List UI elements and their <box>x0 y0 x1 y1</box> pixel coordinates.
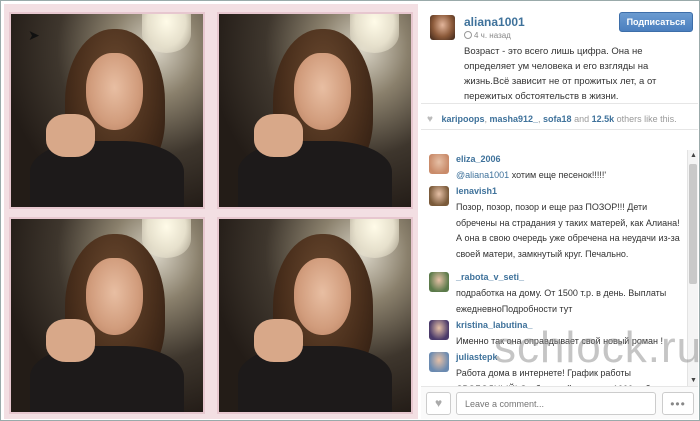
window-frame: ➤ aliana1001 Подписаться 4 ч. назад Возр… <box>0 0 700 421</box>
likes-line: ♥ karipoops, masha912_, sofa18 and 12.5k… <box>421 108 698 130</box>
more-options-button[interactable]: ••• <box>662 392 694 415</box>
comment-username[interactable]: eliza_2006 <box>456 154 501 164</box>
likes-count[interactable]: 12.5k <box>592 114 615 124</box>
face-shape <box>85 52 144 130</box>
comment-username[interactable]: _rabota_v_seti_ <box>456 272 524 282</box>
photo-tile-top-right <box>217 12 413 209</box>
post-time: 4 ч. назад <box>464 31 511 40</box>
comment-body: Именно так она оправдывает свой новый ро… <box>456 336 663 346</box>
mouse-cursor-icon: ➤ <box>28 27 40 43</box>
comment-body: хотим еще песенок!!!!!' <box>509 170 607 180</box>
post-caption: Возраст - это всего лишь цифра. Она не о… <box>464 46 657 102</box>
like-user-2[interactable]: masha912_ <box>489 114 538 124</box>
post-header: aliana1001 Подписаться 4 ч. назад Возрас… <box>421 4 698 104</box>
post-time-text: 4 ч. назад <box>474 31 511 40</box>
face-shape <box>85 257 144 335</box>
face-shape <box>293 52 352 130</box>
like-button[interactable]: ♥ <box>426 392 451 415</box>
hand-shape <box>253 319 304 362</box>
comment-input[interactable] <box>456 392 656 415</box>
scroll-up-icon[interactable]: ▲ <box>690 152 697 159</box>
hand-shape <box>45 319 96 362</box>
post-panel: aliana1001 Подписаться 4 ч. назад Возрас… <box>421 4 698 419</box>
comment-username[interactable]: juliastepk <box>456 352 498 362</box>
comment-mention[interactable]: @aliana1001 <box>456 170 509 180</box>
photo-tile-bottom-left <box>9 217 205 414</box>
likes-suffix: others like this. <box>614 114 677 124</box>
scroll-thumb[interactable] <box>689 164 697 284</box>
like-user-3[interactable]: sofa18 <box>543 114 572 124</box>
comment-avatar[interactable] <box>429 154 449 174</box>
avatar[interactable] <box>430 15 455 40</box>
comment-footer: ♥ ••• <box>421 386 698 419</box>
follow-button[interactable]: Подписаться <box>619 12 693 32</box>
comment-body: Позор, позор, позор и еще раз ПОЗОР!!! Д… <box>456 202 680 259</box>
comment-avatar[interactable] <box>429 186 449 206</box>
clock-icon <box>464 31 472 39</box>
comment-text: @aliana1001 хотим еще песенок!!!!!' <box>456 168 684 184</box>
comment-body: Работа дома в интернете! График работы С… <box>456 368 657 386</box>
photo-tile-bottom-right <box>217 217 413 414</box>
heart-icon: ♥ <box>427 114 433 125</box>
comment-avatar[interactable] <box>429 272 449 292</box>
hand-shape <box>45 114 96 157</box>
like-user-1[interactable]: karipoops <box>441 114 484 124</box>
comment-username[interactable]: lenavish1 <box>456 186 497 196</box>
scroll-down-icon[interactable]: ▼ <box>690 377 697 384</box>
comment-avatar[interactable] <box>429 320 449 340</box>
comment-username[interactable]: kristina_labutina_ <box>456 320 533 330</box>
comment-body: подработка на дому. От 1500 т.р. в день.… <box>456 288 667 314</box>
likes-and: and <box>571 114 592 124</box>
heart-icon: ♥ <box>434 396 443 410</box>
comments-list: eliza_2006 @aliana1001 хотим еще песенок… <box>421 150 687 386</box>
comment-avatar[interactable] <box>429 352 449 372</box>
hand-shape <box>253 114 304 157</box>
post-username[interactable]: aliana1001 <box>464 15 525 29</box>
post-photo[interactable]: ➤ <box>4 4 418 419</box>
comments-scrollbar[interactable]: ▲ ▼ <box>687 150 698 386</box>
face-shape <box>293 257 352 335</box>
